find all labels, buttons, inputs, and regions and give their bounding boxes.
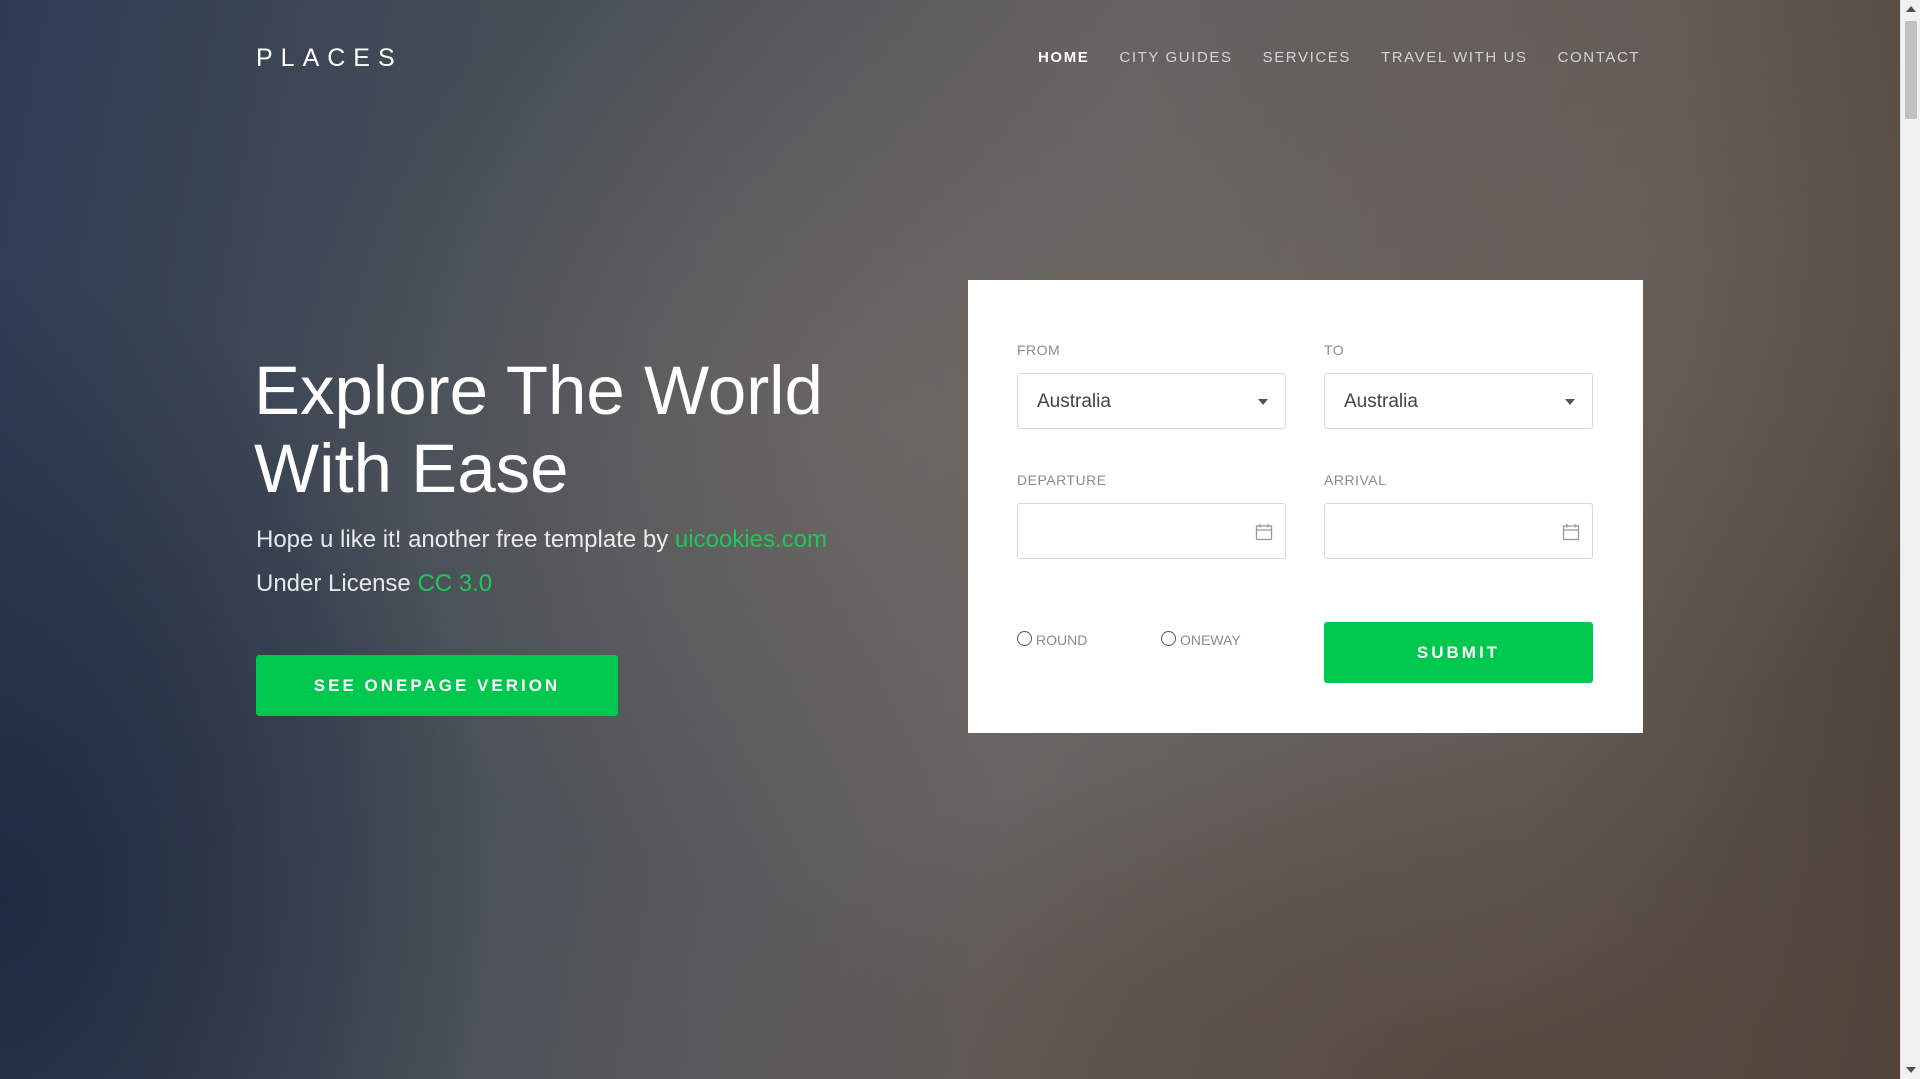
round-trip-radio[interactable]: [1017, 630, 1032, 646]
to-select-value: Australia: [1344, 391, 1418, 412]
calendar-icon[interactable]: [1255, 523, 1273, 541]
nav-item-services[interactable]: SERVICES: [1263, 49, 1351, 66]
to-label: TO: [1324, 342, 1345, 358]
submit-button[interactable]: SUBMIT: [1324, 622, 1593, 683]
oneway-trip-option[interactable]: ONEWAY: [1161, 630, 1241, 648]
from-select-value: Australia: [1037, 391, 1111, 412]
main-nav: HOME CITY GUIDES SERVICES TRAVEL WITH US…: [1038, 49, 1670, 66]
round-trip-label: ROUND: [1036, 632, 1088, 648]
arrival-date-input[interactable]: [1324, 503, 1593, 559]
hero-headline-line1: Explore The World: [254, 352, 823, 429]
arrival-label: ARRIVAL: [1324, 472, 1387, 488]
hero-subtitle: Hope u like it! another free template by…: [256, 526, 827, 554]
see-onepage-version-button[interactable]: SEE ONEPAGE VERION: [256, 655, 618, 716]
hero-headline: Explore The World With Ease: [254, 352, 954, 508]
hero-license-text: Under License: [256, 570, 418, 597]
calendar-icon[interactable]: [1562, 523, 1580, 541]
oneway-trip-label: ONEWAY: [1180, 632, 1241, 648]
nav-item-city-guides[interactable]: CITY GUIDES: [1119, 49, 1232, 66]
hero-subtitle-text: Hope u like it! another free template by: [256, 526, 675, 553]
to-select[interactable]: Australia: [1324, 373, 1593, 429]
scroll-up-arrow-icon[interactable]: [1906, 6, 1916, 12]
departure-label: DEPARTURE: [1017, 472, 1107, 488]
from-select[interactable]: Australia: [1017, 373, 1286, 429]
site-logo[interactable]: PLACES: [256, 44, 403, 73]
hero-license: Under License CC 3.0: [256, 570, 492, 598]
departure-date-input[interactable]: [1017, 503, 1286, 559]
caret-down-icon: [1258, 399, 1268, 405]
scrollbar-thumb[interactable]: [1905, 21, 1917, 119]
oneway-trip-radio[interactable]: [1161, 630, 1176, 646]
nav-item-contact[interactable]: CONTACT: [1558, 49, 1641, 66]
scroll-down-arrow-icon[interactable]: [1906, 1067, 1916, 1073]
license-link[interactable]: CC 3.0: [417, 570, 492, 597]
nav-item-travel-with-us[interactable]: TRAVEL WITH US: [1381, 49, 1528, 66]
hero-background: PLACES HOME CITY GUIDES SERVICES TRAVEL …: [0, 0, 1900, 1079]
round-trip-option[interactable]: ROUND: [1017, 630, 1088, 648]
booking-form: FROM Australia TO Australia DEPARTURE AR…: [968, 280, 1643, 733]
hero-headline-line2: With Ease: [254, 430, 569, 507]
page-scrollbar[interactable]: [1900, 0, 1920, 1079]
nav-item-home[interactable]: HOME: [1038, 49, 1089, 66]
uicookies-link[interactable]: uicookies.com: [675, 526, 827, 553]
caret-down-icon: [1565, 399, 1575, 405]
from-label: FROM: [1017, 342, 1061, 358]
